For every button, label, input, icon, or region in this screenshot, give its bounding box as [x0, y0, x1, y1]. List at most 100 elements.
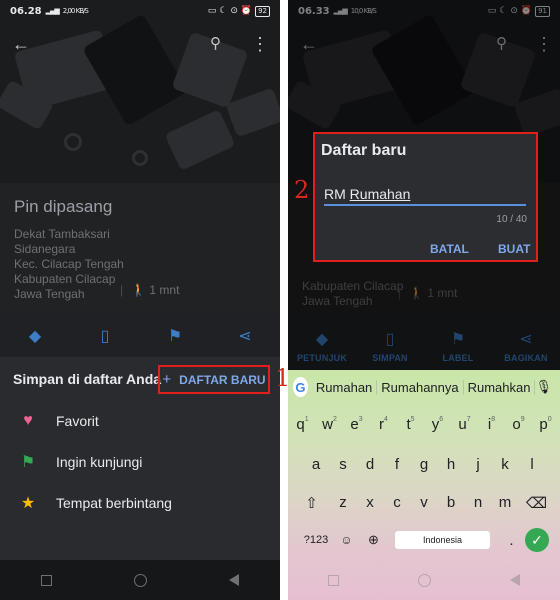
- period-key[interactable]: .: [498, 532, 525, 549]
- alarm-icon: ⏰: [240, 6, 253, 16]
- save-sheet-title: Simpan di daftar Anda: [13, 371, 162, 387]
- left-screen: 06.28 ▂▄▆ 2,00 KB/S ▭ ☾ ⊙ ⏰ 92 ← ⚲ ⋮ Pin…: [0, 0, 280, 600]
- key-j[interactable]: j: [465, 456, 492, 473]
- key-k[interactable]: k: [492, 456, 519, 473]
- microphone-icon[interactable]: 🎙: [535, 379, 552, 395]
- network-speed: 2,00 KB/S: [62, 7, 89, 15]
- key-b[interactable]: b: [438, 494, 465, 512]
- key-v[interactable]: v: [411, 494, 438, 512]
- list-item-label: Favorit: [56, 413, 99, 429]
- save-button[interactable]: ▯: [75, 326, 135, 346]
- symbols-key[interactable]: ?123: [299, 534, 333, 546]
- enter-check-icon[interactable]: ✓: [525, 528, 549, 552]
- status-bar: 06.28 ▂▄▆ 2,00 KB/S ▭ ☾ ⊙ ⏰ 92: [0, 0, 280, 22]
- list-item-label: Ingin kunjungi: [56, 454, 143, 470]
- key-q[interactable]: q1: [289, 416, 316, 433]
- location-icon: ⊙: [230, 6, 238, 16]
- suggestion[interactable]: Rumahan: [312, 379, 378, 395]
- emoji-icon[interactable]: ☺: [333, 533, 360, 547]
- key-i[interactable]: i8: [478, 416, 505, 433]
- key-w[interactable]: w2: [316, 416, 343, 433]
- back-arrow-icon[interactable]: ←: [12, 34, 30, 55]
- key-u[interactable]: u7: [451, 416, 478, 433]
- status-time: 06.28: [10, 5, 42, 17]
- recents-icon[interactable]: [327, 574, 339, 586]
- list-item-ingin-kunjungi[interactable]: ⚑ Ingin kunjungi: [0, 450, 280, 474]
- key-p[interactable]: p0: [532, 416, 559, 433]
- label-button[interactable]: ⚑: [145, 326, 205, 346]
- system-nav-bar: [0, 560, 280, 600]
- bookmark-icon: ▯: [100, 328, 110, 345]
- dialog-title: Daftar baru: [321, 142, 407, 159]
- key-f[interactable]: f: [384, 456, 411, 473]
- walk-icon: 🚶: [131, 283, 147, 297]
- cancel-button[interactable]: BATAL: [430, 242, 469, 256]
- place-info: Pin dipasang Dekat Tambaksari Sidanegara…: [0, 183, 280, 313]
- battery-icon: 92: [255, 5, 270, 17]
- address-line: Sidanegara: [14, 242, 76, 256]
- key-s[interactable]: s: [330, 456, 357, 473]
- annotation-number-1: 1: [275, 364, 291, 392]
- share-icon: ⋖: [238, 328, 252, 345]
- new-list-dialog: Daftar baru RM Rumahan 10 / 40 BATAL BUA…: [313, 132, 538, 262]
- key-d[interactable]: d: [357, 456, 384, 473]
- save-sheet: Simpan di daftar Anda + DAFTAR BARU ♥ Fa…: [0, 357, 280, 560]
- key-z[interactable]: z: [330, 494, 357, 512]
- key-x[interactable]: x: [357, 494, 384, 512]
- shift-icon[interactable]: ⇧: [294, 494, 330, 512]
- place-hero-image: [0, 0, 280, 183]
- list-name-input[interactable]: RM Rumahan: [324, 186, 526, 206]
- key-h[interactable]: h: [438, 456, 465, 473]
- heart-icon: ♥: [23, 412, 33, 429]
- key-n[interactable]: n: [465, 494, 492, 512]
- key-row-1: q1 w2 e3 r4 t5 y6 u7 i8 o9 p0: [288, 416, 560, 433]
- google-icon[interactable]: G: [293, 377, 308, 397]
- home-icon[interactable]: [417, 573, 431, 587]
- key-l[interactable]: l: [519, 456, 546, 473]
- backspace-icon[interactable]: ⌫: [519, 494, 555, 512]
- back-icon[interactable]: [510, 574, 521, 586]
- directions-button[interactable]: ◆: [5, 326, 65, 346]
- list-item-label: Tempat berbintang: [56, 495, 172, 511]
- flag-icon: ⚑: [167, 328, 183, 345]
- directions-icon: ◆: [28, 328, 42, 345]
- plus-icon: +: [162, 371, 172, 388]
- more-options-icon[interactable]: ⋮: [251, 34, 269, 55]
- back-icon[interactable]: [229, 574, 239, 586]
- list-item-berbintang[interactable]: ★ Tempat berbintang: [0, 491, 280, 515]
- home-icon[interactable]: [134, 573, 147, 587]
- space-bar[interactable]: Indonesia: [395, 531, 490, 549]
- place-title: Pin dipasang: [14, 197, 113, 216]
- character-counter: 10 / 40: [496, 214, 527, 225]
- system-nav-bar: [288, 560, 560, 600]
- share-button[interactable]: ⋖: [215, 326, 275, 346]
- key-r[interactable]: r4: [370, 416, 397, 433]
- key-g[interactable]: g: [411, 456, 438, 473]
- recents-icon[interactable]: [41, 574, 52, 586]
- key-y[interactable]: y6: [424, 416, 451, 433]
- key-c[interactable]: c: [384, 494, 411, 512]
- cast-icon: ▭: [207, 6, 217, 16]
- key-a[interactable]: a: [303, 456, 330, 473]
- list-item-favorit[interactable]: ♥ Favorit: [0, 409, 280, 433]
- action-bar: ◆ ▯ ⚑ ⋖: [0, 316, 280, 356]
- key-o[interactable]: o9: [505, 416, 532, 433]
- key-m[interactable]: m: [492, 494, 519, 512]
- key-e[interactable]: e3: [343, 416, 370, 433]
- address-line: Kec. Cilacap Tengah: [14, 257, 124, 271]
- suggestion[interactable]: Rumahkan: [464, 379, 536, 395]
- soft-keyboard: G Rumahan Rumahannya Rumahkan 🎙 q1 w2 e3…: [288, 370, 560, 600]
- new-list-button[interactable]: + DAFTAR BARU: [158, 365, 270, 394]
- key-row-4: ?123 ☺ ⊕ Indonesia . ✓: [288, 528, 560, 552]
- suggestion[interactable]: Rumahannya: [377, 379, 464, 395]
- key-row-2: a s d f g h j k l: [288, 456, 560, 473]
- moon-icon: ☾: [219, 6, 228, 16]
- annotation-number-2: 2: [294, 176, 310, 204]
- key-t[interactable]: t5: [397, 416, 424, 433]
- key-row-3: ⇧ z x c v b n m ⌫: [288, 494, 560, 512]
- create-button[interactable]: BUAT: [498, 242, 530, 256]
- star-icon: ★: [20, 495, 36, 512]
- globe-icon[interactable]: ⊕: [360, 532, 387, 548]
- suggestion-strip: G Rumahan Rumahannya Rumahkan 🎙: [288, 374, 560, 400]
- search-icon[interactable]: ⚲: [210, 34, 221, 52]
